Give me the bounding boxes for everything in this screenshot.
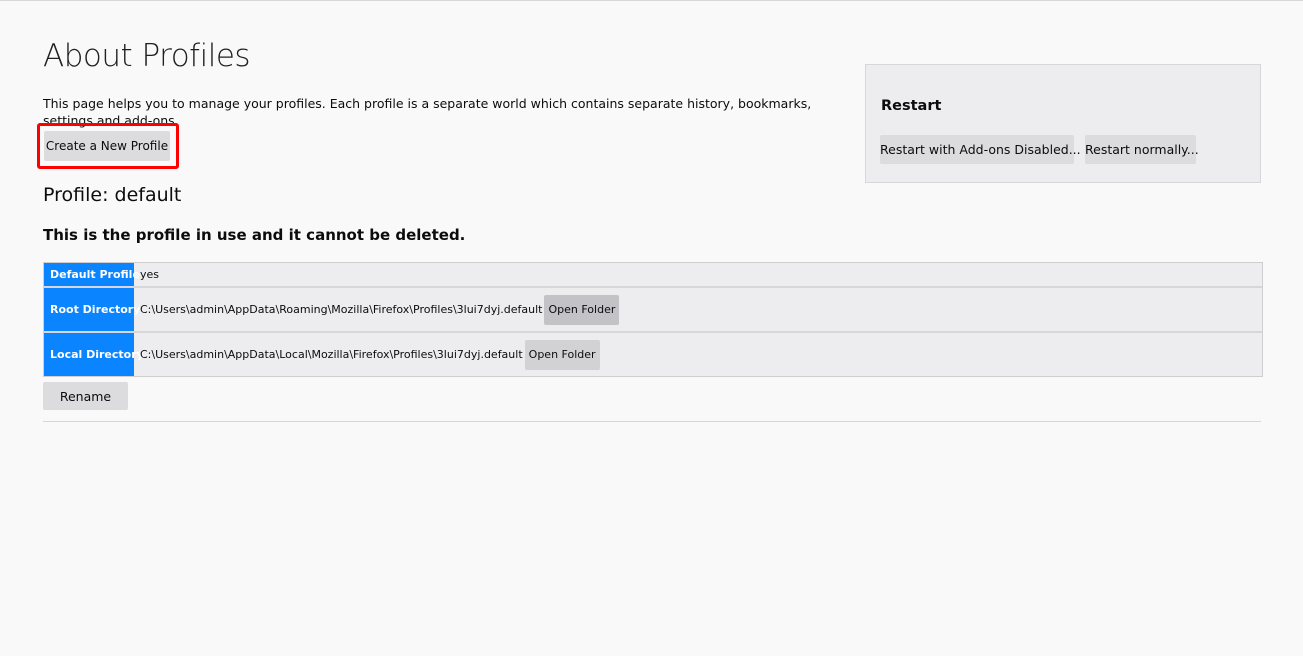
open-root-folder-button[interactable]: Open Folder [544, 294, 620, 325]
local-directory-path: C:\Users\admin\AppData\Local\Mozilla\Fir… [140, 348, 523, 361]
open-local-folder-button[interactable]: Open Folder [524, 339, 600, 370]
section-divider [43, 421, 1261, 422]
create-new-profile-button[interactable]: Create a New Profile [44, 131, 170, 161]
table-row: Local Directory C:\Users\admin\AppData\L… [44, 333, 1262, 376]
restart-panel: Restart Restart with Add-ons Disabled...… [865, 64, 1261, 183]
restart-addons-disabled-button[interactable]: Restart with Add-ons Disabled... [880, 135, 1081, 164]
row-label-root-directory: Root Directory [44, 288, 140, 331]
restart-normally-button[interactable]: Restart normally... [1085, 135, 1199, 164]
default-profile-value: yes [140, 268, 160, 281]
profile-heading: Profile: default [43, 184, 182, 206]
rename-button[interactable]: Rename [43, 382, 128, 410]
root-directory-path: C:\Users\admin\AppData\Roaming\Mozilla\F… [140, 303, 543, 316]
profile-in-use-note: This is the profile in use and it cannot… [43, 226, 466, 244]
row-label-local-directory: Local Directory [44, 333, 144, 376]
restart-title: Restart [881, 98, 942, 114]
page-title: About Profiles [43, 38, 251, 74]
about-profiles-page: About Profiles This page helps you to ma… [0, 0, 1303, 656]
row-value-root-directory: C:\Users\admin\AppData\Roaming\Mozilla\F… [136, 288, 1262, 331]
table-row: Default Profile yes [44, 263, 1262, 288]
top-divider [0, 0, 1303, 1]
profile-properties-table: Default Profile yes Root Directory C:\Us… [43, 262, 1263, 377]
row-value-local-directory: C:\Users\admin\AppData\Local\Mozilla\Fir… [136, 333, 1262, 376]
row-label-default-profile: Default Profile [44, 263, 140, 286]
table-row: Root Directory C:\Users\admin\AppData\Ro… [44, 288, 1262, 333]
row-value-default-profile: yes [136, 263, 1262, 286]
